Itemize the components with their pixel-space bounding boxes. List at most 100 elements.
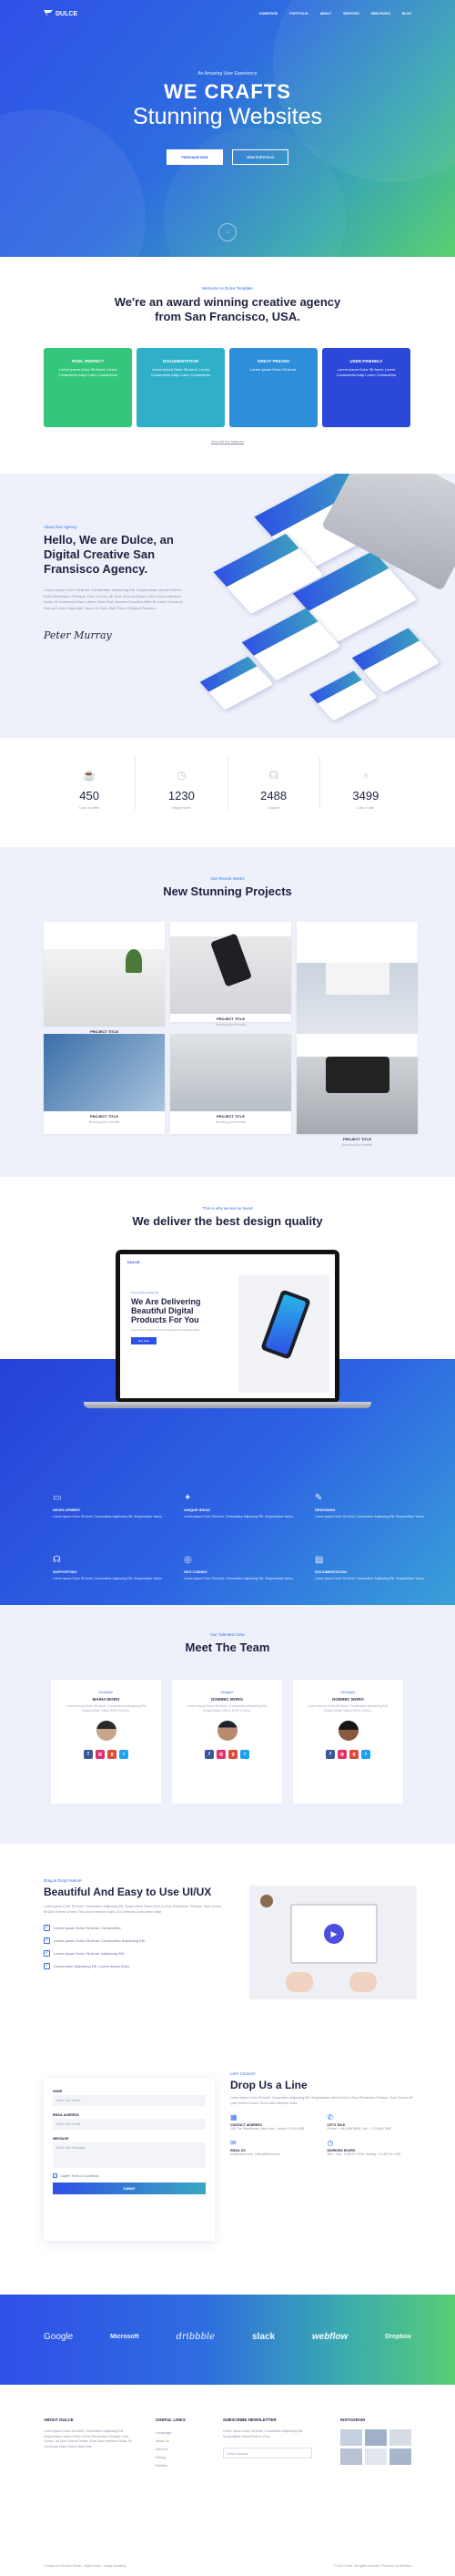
documentation-icon: ▤	[315, 1554, 324, 1565]
service-card[interactable]: PIXEL PERFECT Lorem Ipsum Dolor Sit Amet,…	[44, 348, 132, 427]
scroll-down-button[interactable]: ↓	[218, 223, 237, 241]
hero-text: An Amazing User Experience WE CRAFTS Stu…	[0, 71, 455, 130]
service-card-text: Lorem Ipsum Dolor Sit Amet.	[249, 367, 298, 372]
nav-link-services[interactable]: SERVICES	[343, 12, 359, 15]
instagram-thumb[interactable]	[389, 2429, 411, 2446]
team-kicker: Our Talented Crew	[210, 1632, 245, 1637]
twitter-icon[interactable]: t	[119, 1750, 128, 1759]
team-header: Our Talented Crew Meet The Team	[0, 1632, 455, 1655]
service-card-text: Lorem Ipsum Dolor Sit Amet, Lorem Consec…	[336, 367, 397, 377]
feature-item: ◎ SEO CODING Lorem Ipsum Dolor Sit Amet, C…	[184, 1555, 302, 1582]
instagram-thumb[interactable]	[340, 2448, 362, 2465]
phone-icon: ✆	[327, 2113, 334, 2121]
stat-label: Lots of calls	[357, 806, 375, 810]
instagram-icon[interactable]: ◎	[217, 1750, 226, 1759]
stat-item: ☕ 450 Cups of coffee	[44, 756, 136, 810]
service-card[interactable]: GREAT PRICING Lorem Ipsum Dolor Sit Amet.	[229, 348, 318, 427]
checklist-item: ✓ Consectetur Adipiscing Elit. Lorem Ipsu…	[44, 1959, 226, 1972]
brand-logo[interactable]: DULCE	[44, 10, 77, 17]
google-plus-icon[interactable]: g	[107, 1750, 116, 1759]
instagram-thumb[interactable]	[340, 2429, 362, 2446]
laptop-image: ▶	[290, 1904, 378, 1964]
feature-text: Lorem Ipsum Dolor Sit Amet, Consectetur …	[53, 1576, 163, 1580]
instagram-thumb[interactable]	[365, 2429, 387, 2446]
design-icon: ✎	[315, 1493, 323, 1503]
terms-checkbox[interactable]: ✓ I Agree Terms & Conditions	[53, 2173, 206, 2178]
footer: ABOUT DULCE Lorem Ipsum Dolor Sit Amet, C…	[0, 2385, 455, 2576]
hero-buttons: PURCHASE NOW VIEW PORTFOLIO	[0, 149, 455, 165]
footer-about-title: ABOUT DULCE	[44, 2418, 74, 2422]
purchase-button[interactable]: PURCHASE NOW	[167, 149, 223, 165]
social-links: f ◎ g t	[51, 1750, 161, 1759]
instagram-icon[interactable]: ◎	[338, 1750, 347, 1759]
stat-value: 2488	[260, 789, 288, 802]
footer-about-text: Lorem Ipsum Dolor Sit Amet, Consectetur …	[44, 2429, 132, 2448]
service-card-title: DOCUMENTATION	[162, 359, 199, 363]
newsletter-email-input[interactable]: Email Address	[222, 2448, 312, 2458]
project-card[interactable]: PROJECT TITLEBranding And Identity	[297, 1034, 418, 1147]
google-plus-icon[interactable]: g	[349, 1750, 359, 1759]
footer-links: USEFUL LINKS Homepage About Us Services …	[156, 2418, 216, 2470]
facebook-icon[interactable]: f	[326, 1750, 335, 1759]
development-icon: ▭	[53, 1493, 62, 1503]
contact-kicker: Let's Connect	[230, 2071, 256, 2076]
hero-kicker: An Amazing User Experience	[197, 71, 258, 77]
social-links: f ◎ g t	[293, 1750, 403, 1759]
feature-item: ✦ UNIQUE IDEAS Lorem Ipsum Dolor Sit Amet,…	[184, 1493, 302, 1520]
mail-icon: ✉	[230, 2139, 237, 2147]
twitter-icon[interactable]: t	[361, 1750, 370, 1759]
instagram-thumb[interactable]	[365, 2448, 387, 2465]
nav-link-homepage[interactable]: HOMEPAGE	[259, 12, 278, 15]
twitter-icon[interactable]: t	[240, 1750, 249, 1759]
service-card[interactable]: DOCUMENTATION Lorem Ipsum Dolor Sit Amet,…	[136, 348, 225, 427]
terms-label: I Agree Terms & Conditions	[60, 2173, 99, 2178]
nav-link-about[interactable]: ABOUT	[320, 12, 331, 15]
quality-kicker: This is why we are so loved	[202, 1206, 253, 1211]
service-card[interactable]: USER-FRIENDLY Lorem Ipsum Dolor Sit Amet,…	[322, 348, 410, 427]
name-field[interactable]: Enter Your Name	[53, 2095, 206, 2106]
nav-link-portfolio[interactable]: PORTFOLIO	[289, 12, 308, 15]
services-title-line1: We're an award winning creative agency	[114, 295, 341, 309]
instagram-grid	[340, 2429, 411, 2465]
nav-link-web-pages[interactable]: WEB PAGES	[371, 12, 390, 15]
service-card-text: Lorem Ipsum Dolor Sit Amet, Lorem Consec…	[57, 367, 118, 377]
team-card: Developer DOMINIC MORO Lorem Ipsum Dolor…	[293, 1680, 403, 1804]
project-card[interactable]: PROJECT TITLEBranding And Identity	[170, 922, 291, 1027]
instagram-thumb[interactable]	[389, 2448, 411, 2465]
screen-hero: Lorem Ipsum Dolor Sit We Are Delivering …	[131, 1291, 222, 1344]
project-card[interactable]: PROJECT TITLEBranding And Identity	[44, 1034, 165, 1134]
nav-link-blog[interactable]: BLOG	[402, 12, 411, 15]
footer-link[interactable]: Portfolio	[156, 2462, 216, 2470]
submit-button[interactable]: SUBMIT	[53, 2182, 206, 2194]
quality-header: This is why we are so loved We deliver t…	[0, 1206, 455, 1229]
footer-link[interactable]: About Us	[156, 2438, 216, 2446]
cup-image	[260, 1895, 273, 1907]
about-title: Hello, We are Dulce, an Digital Creative…	[44, 533, 174, 576]
play-icon[interactable]: ▶	[324, 1924, 344, 1944]
email-field[interactable]: Enter Your Email	[53, 2119, 206, 2130]
google-plus-icon[interactable]: g	[228, 1750, 238, 1759]
drag-title: Beautiful And Easy to Use UI/UX	[44, 1886, 212, 1898]
instagram-icon[interactable]: ◎	[96, 1750, 105, 1759]
brand-name: DULCE	[56, 10, 78, 17]
portfolio-button[interactable]: VIEW PORTFOLIO	[232, 149, 288, 165]
project-image	[170, 1034, 291, 1111]
project-card[interactable]: PROJECT TITLEBranding And Identity	[44, 922, 165, 1039]
footer-link[interactable]: Services	[156, 2446, 216, 2454]
view-all-features-link[interactable]: View All the features	[0, 439, 455, 444]
message-field[interactable]: Enter Your Message	[53, 2142, 206, 2168]
feature-item: ▭ DEVELOPMENT Lorem Ipsum Dolor Sit Amet, …	[53, 1493, 171, 1520]
member-role: Developer	[98, 1691, 114, 1694]
footer-link[interactable]: Homepage	[156, 2429, 216, 2438]
member-role: Designer	[220, 1691, 234, 1694]
facebook-icon[interactable]: f	[205, 1750, 214, 1759]
screen-buy-button[interactable]: Buy Now	[131, 1337, 157, 1344]
laptop-mockup: DULCE Lorem Ipsum Dolor Sit We Are Deliv…	[116, 1250, 339, 1403]
footer-link[interactable]: Pricing	[156, 2454, 216, 2462]
member-name: MARIA MORO	[92, 1697, 120, 1702]
facebook-icon[interactable]: f	[84, 1750, 93, 1759]
project-card[interactable]: PROJECT TITLEBranding And Identity	[297, 922, 418, 1053]
instagram-title: INSTAGRAM	[340, 2418, 365, 2422]
project-card[interactable]: PROJECT TITLEBranding And Identity	[170, 1034, 291, 1134]
project-image	[297, 1057, 418, 1134]
